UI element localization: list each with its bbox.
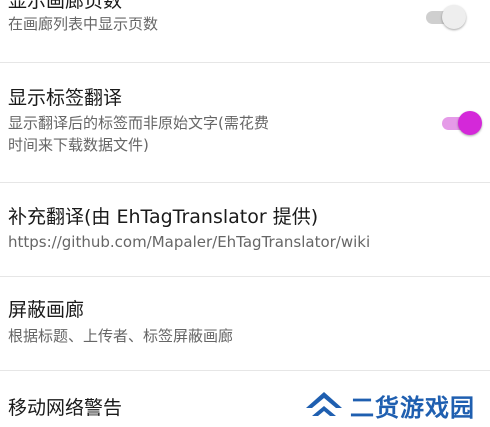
divider bbox=[0, 370, 490, 371]
page-count-toggle[interactable] bbox=[424, 5, 466, 29]
translation-link: https://github.com/Mapaler/EhTagTranslat… bbox=[8, 233, 371, 251]
setting-title: 显示标签翻译 bbox=[8, 87, 123, 109]
setting-title: 显示画廊页数 bbox=[8, 0, 123, 12]
setting-title: 屏蔽画廊 bbox=[8, 299, 85, 321]
divider bbox=[0, 182, 490, 183]
setting-show-page-count[interactable]: 显示画廊页数 在画廊列表中显示页数 bbox=[0, 0, 490, 49]
divider bbox=[0, 276, 490, 277]
watermark: 二货游戏园 bbox=[298, 380, 490, 427]
divider bbox=[0, 62, 490, 63]
setting-subtitle: 根据标题、上传者、标签屏蔽画廊 bbox=[8, 327, 234, 345]
settings-list: 显示画廊页数 在画廊列表中显示页数 显示标签翻译 显示翻译后的标签而非原始文字(… bbox=[0, 0, 490, 427]
setting-subtitle-line1: 显示翻译后的标签而非原始文字(需花费 bbox=[8, 114, 269, 132]
tag-translation-toggle[interactable] bbox=[440, 111, 482, 135]
toggle-thumb bbox=[442, 5, 466, 29]
setting-title: 补充翻译(由 EhTagTranslator 提供) bbox=[8, 206, 319, 228]
setting-show-tag-translation[interactable]: 显示标签翻译 显示翻译后的标签而非原始文字(需花费 时间来下载数据文件) bbox=[0, 86, 490, 166]
setting-block-gallery[interactable]: 屏蔽画廊 根据标题、上传者、标签屏蔽画廊 bbox=[0, 298, 490, 358]
toggle-thumb bbox=[458, 111, 482, 135]
watermark-text: 二货游戏园 bbox=[350, 394, 475, 422]
setting-subtitle: 在画廊列表中显示页数 bbox=[8, 15, 159, 33]
setting-subtitle-line2: 时间来下载数据文件) bbox=[8, 136, 149, 154]
setting-supplementary-translation[interactable]: 补充翻译(由 EhTagTranslator 提供) https://githu… bbox=[0, 205, 490, 265]
double-chevron-logo-icon bbox=[306, 392, 342, 416]
